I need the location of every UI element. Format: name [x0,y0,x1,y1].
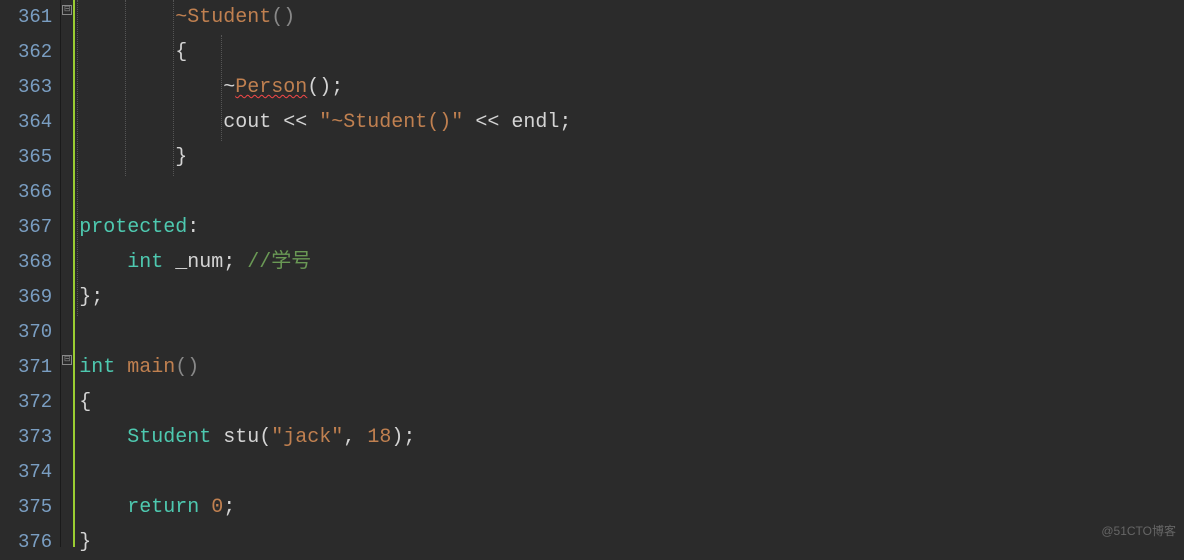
code-editor[interactable]: 361 362 363 364 365 366 367 368 369 370 … [0,0,1184,547]
code-line[interactable]: return 0; [79,490,1184,525]
code-line[interactable]: cout << "~Student()" << endl; [79,105,1184,140]
code-line[interactable]: { [79,385,1184,420]
line-number: 368 [18,245,52,280]
line-number-gutter: 361 362 363 364 365 366 367 368 369 370 … [0,0,61,547]
line-number: 375 [18,490,52,525]
line-number: 371 [18,350,52,385]
line-number: 367 [18,210,52,245]
line-number: 374 [18,455,52,490]
code-line[interactable] [79,455,1184,490]
fold-toggle-icon[interactable]: ⊟ [62,5,72,15]
line-number: 372 [18,385,52,420]
code-line[interactable]: protected: [79,210,1184,245]
code-line[interactable]: }; [79,280,1184,315]
code-line[interactable]: ~Student() [79,0,1184,35]
code-line[interactable]: int _num; //学号 [79,245,1184,280]
code-line[interactable]: } [79,525,1184,560]
fold-column: ⊟ ⊟ [61,0,75,547]
line-number: 373 [18,420,52,455]
code-line[interactable] [79,175,1184,210]
line-number: 369 [18,280,52,315]
fold-toggle-icon[interactable]: ⊟ [62,355,72,365]
line-number: 370 [18,315,52,350]
line-number: 361 [18,0,52,35]
watermark: @51CTO博客 [1101,521,1176,542]
line-number: 366 [18,175,52,210]
line-number: 363 [18,70,52,105]
line-number: 365 [18,140,52,175]
code-line[interactable]: Student stu("jack", 18); [79,420,1184,455]
code-line[interactable] [79,315,1184,350]
code-line[interactable]: ~Person(); [79,70,1184,105]
line-number: 376 [18,525,52,560]
error-squiggle: Person [235,76,307,99]
code-content[interactable]: ~Student() { ~Person(); cout << "~Studen… [75,0,1184,547]
code-line[interactable]: { [79,35,1184,70]
code-line[interactable]: } [79,140,1184,175]
line-number: 364 [18,105,52,140]
code-line[interactable]: int main() [79,350,1184,385]
line-number: 362 [18,35,52,70]
